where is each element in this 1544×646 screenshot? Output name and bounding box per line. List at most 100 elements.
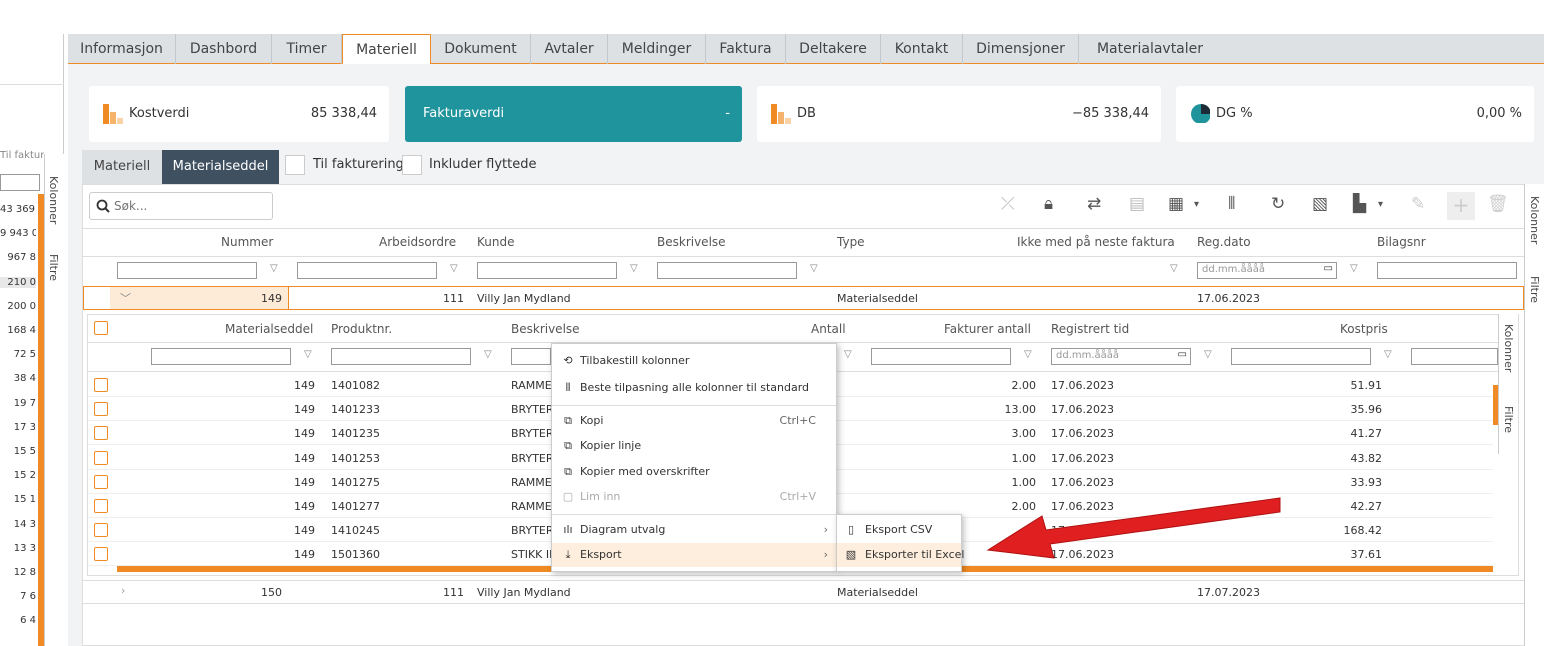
menu-item-lim-inn[interactable]: ▢ Lim inn Ctrl+V [552,485,836,509]
swap-icon[interactable]: ⇄ [1087,194,1101,214]
left-filter-input[interactable] [0,174,40,191]
row-checkbox[interactable] [94,426,108,441]
tab-meldinger[interactable]: Meldinger [608,34,706,64]
menu-item-eksporter-excel[interactable]: ▧ Eksporter til Excel [837,543,964,567]
columns-icon[interactable]: ⦀ [1228,194,1235,214]
search-input[interactable] [114,197,264,215]
col-header-regdato[interactable]: Reg.dato [1197,235,1251,249]
col-header-nummer[interactable]: Nummer [221,235,273,249]
tab-materialavtaler[interactable]: Materialavtaler [1079,34,1221,64]
filter-input-beskrivelse[interactable] [657,262,797,279]
row-checkbox[interactable] [94,523,108,538]
tab-avtaler[interactable]: Avtaler [531,34,608,64]
menu-item-tilbakestill[interactable]: ⟲ Tilbakestill kolonner [552,349,836,373]
subtab-materiell[interactable]: Materiell [82,150,162,184]
col-header-type[interactable]: Type [837,235,865,249]
edit-icon[interactable]: ✎ [1411,194,1425,214]
menu-item-eksport-csv[interactable]: ▯ Eksport CSV [837,518,961,542]
filter-funnel-icon[interactable]: ▽ [1170,263,1178,274]
filter-input-kostpris[interactable] [1231,348,1371,365]
col-header-produktnr[interactable]: Produktnr. [331,322,392,336]
search-box[interactable] [89,192,273,220]
filter-funnel-icon[interactable]: ▽ [450,263,458,274]
calculator-icon[interactable]: ▦ [1168,194,1184,214]
expand-chevron-icon[interactable]: › [121,584,125,597]
menu-item-beste-tilpasning[interactable]: ⦀ Beste tilpasning alle kolonner til stan… [552,376,836,400]
filter-input-kunde[interactable] [477,262,617,279]
col-header-bilagsnr[interactable]: Bilagsnr [1377,235,1426,249]
filter-input-arbeidsordre[interactable] [297,262,437,279]
col-header-materialseddel[interactable]: Materialseddel [225,322,313,336]
row-checkbox[interactable] [94,402,108,417]
row-checkbox[interactable] [94,547,108,562]
checkbox-inkluder-flyttede[interactable] [402,155,422,175]
detail-side-tab-filtre[interactable]: Filtre [1502,406,1515,433]
filter-funnel-icon[interactable]: ▽ [270,263,278,274]
chevron-down-icon[interactable]: ▾ [1378,199,1383,210]
row-checkbox[interactable] [94,450,108,465]
outer-row-149[interactable] [83,286,1524,310]
filter-input-materialseddel[interactable] [151,348,291,365]
col-header-ikke-med[interactable]: Ikke med på neste faktura [1017,235,1175,249]
col-header-beskrivelse-inner[interactable]: Beskrivelse [511,322,580,336]
tab-informasjon[interactable]: Informasjon [68,34,176,64]
side-tab-kolonner[interactable]: Kolonner [1528,196,1541,244]
filter-input-fakturer-antall[interactable] [871,348,1011,365]
pdf-icon[interactable]: ▤ [1129,194,1145,214]
menu-item-kopier-overskrifter[interactable]: ⧉ Kopier med overskrifter [552,460,836,484]
menu-item-diagram[interactable]: ılı Diagram utvalg › [552,518,836,542]
calendar-icon[interactable]: ▭ [1324,263,1333,274]
merge-icon[interactable]: ⤫ [1001,194,1015,214]
lock-icon[interactable]: 🔒︎ [1044,194,1053,214]
expand-chevron-icon[interactable]: ﹀ [120,290,131,306]
filter-funnel-icon[interactable]: ▽ [1384,349,1392,360]
calendar-icon[interactable]: ▭ [1178,349,1187,360]
checkbox-til-fakturering[interactable] [285,155,305,175]
tab-kontakt[interactable]: Kontakt [881,34,963,64]
menu-item-kopi[interactable]: ⧉ Kopi Ctrl+C [552,409,836,433]
tab-faktura[interactable]: Faktura [706,34,786,64]
col-header-antall[interactable]: Antall [811,322,846,336]
filter-funnel-icon[interactable]: ▽ [844,349,852,360]
tab-dashbord[interactable]: Dashbord [176,34,272,64]
menu-item-kopier-linje[interactable]: ⧉ Kopier linje [552,434,836,458]
filter-input-regdato[interactable]: dd.mm.åååå ▭ [1197,262,1337,279]
filter-funnel-icon[interactable]: ▽ [810,263,818,274]
tab-dimensjoner[interactable]: Dimensjoner [963,34,1079,64]
filter-input-extra[interactable] [1411,348,1498,365]
filter-input-produktnr[interactable] [331,348,471,365]
col-header-beskrivelse[interactable]: Beskrivelse [657,235,726,249]
col-header-registrert-tid[interactable]: Registrert tid [1051,322,1129,336]
col-header-fakturer-antall[interactable]: Fakturer antall [944,322,1031,336]
col-header-kunde[interactable]: Kunde [477,235,514,249]
add-button[interactable]: + [1447,192,1475,220]
row-checkbox[interactable] [94,499,108,513]
filter-funnel-icon[interactable]: ▽ [630,263,638,274]
filter-funnel-icon[interactable]: ▽ [1204,349,1212,360]
col-header-arbeidsordre[interactable]: Arbeidsordre [379,235,456,249]
filter-funnel-icon[interactable]: ▽ [1024,349,1032,360]
select-all-checkbox[interactable] [94,321,108,335]
menu-item-eksport[interactable]: ⤓ Eksport › [552,543,836,567]
tab-dokument[interactable]: Dokument [431,34,531,64]
excel-icon[interactable]: ▧ [1312,194,1328,214]
filter-input-bilagsnr[interactable] [1377,262,1517,279]
outer-row-150[interactable] [83,580,1524,604]
detail-side-tab-kolonner[interactable]: Kolonner [1502,324,1515,372]
col-header-kostpris[interactable]: Kostpris [1340,322,1388,336]
filter-funnel-icon[interactable]: ▽ [1350,263,1358,274]
side-tab-filtre[interactable]: Filtre [1528,276,1541,303]
refresh-icon[interactable]: ↻ [1271,194,1285,214]
tab-deltakere[interactable]: Deltakere [786,34,881,64]
filter-funnel-icon[interactable]: ▽ [484,349,492,360]
filter-input-beskrivelse-inner[interactable] [511,348,551,365]
delete-icon[interactable]: 🗑︎ [1487,194,1509,214]
chevron-down-icon[interactable]: ▾ [1194,199,1199,210]
filter-input-registrert-tid[interactable]: dd.mm.åååå ▭ [1051,348,1191,365]
left-side-tab-kolonner[interactable]: Kolonner [47,176,60,224]
tab-materiell[interactable]: Materiell [342,34,431,65]
filter-input-nummer[interactable] [117,262,257,279]
row-checkbox[interactable] [94,378,108,392]
tab-timer[interactable]: Timer [272,34,342,64]
row-checkbox[interactable] [94,474,108,489]
